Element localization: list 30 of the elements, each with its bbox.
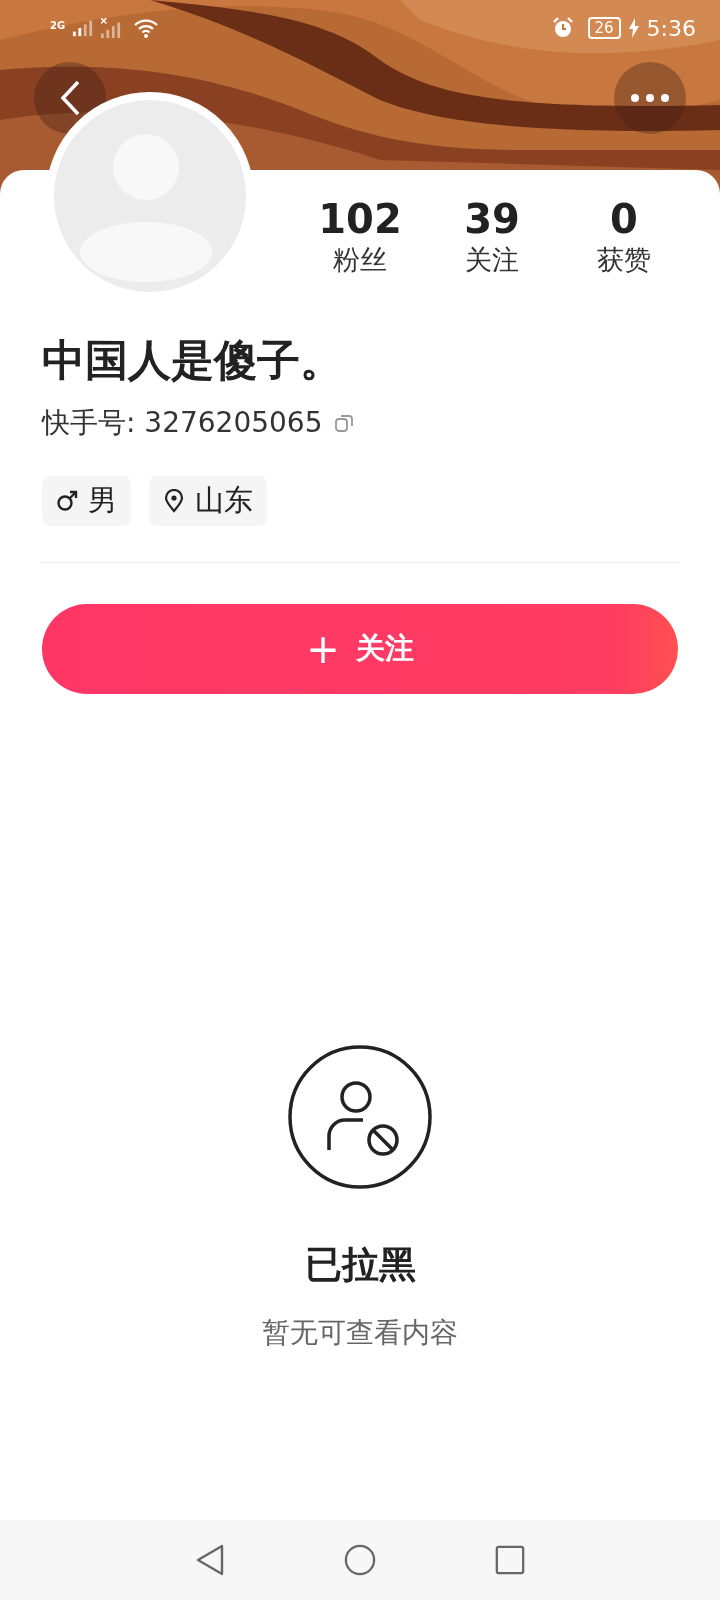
stat-label: 粉丝	[333, 243, 387, 277]
recents-nav-icon[interactable]	[494, 1543, 526, 1577]
wifi-icon	[133, 18, 160, 38]
location-pin-icon	[163, 489, 185, 513]
stat-count: 102	[318, 196, 402, 242]
tag-text: 山东	[195, 482, 253, 519]
back-icon	[60, 80, 80, 116]
tag-text: 男	[88, 482, 117, 519]
home-nav-icon[interactable]	[344, 1543, 376, 1577]
user-id: 快手号: 3276205065	[42, 405, 323, 441]
blocked-message: 暂无可查看内容	[262, 1315, 458, 1351]
no-signal-icon	[101, 18, 122, 38]
male-icon	[56, 489, 78, 513]
charging-icon	[628, 18, 639, 38]
stat-count: 39	[464, 196, 520, 242]
network-type: 2G	[50, 20, 66, 31]
stat-count: 0	[610, 196, 638, 242]
more-icon	[630, 93, 670, 103]
user-name: 中国人是傻子。	[42, 334, 344, 387]
stat-label: 关注	[465, 243, 519, 277]
copy-icon[interactable]	[334, 413, 355, 433]
clock-time: 5:36	[646, 15, 696, 41]
follow-button[interactable]: + 关注	[42, 604, 678, 694]
blocked-user-icon	[287, 1044, 433, 1190]
signal-icon	[73, 18, 94, 38]
stat-label: 获赞	[597, 243, 651, 277]
back-nav-icon[interactable]	[194, 1543, 226, 1577]
battery-level: 26	[587, 17, 621, 39]
blocked-title: 已拉黑	[304, 1242, 416, 1288]
alarm-icon	[551, 17, 574, 39]
